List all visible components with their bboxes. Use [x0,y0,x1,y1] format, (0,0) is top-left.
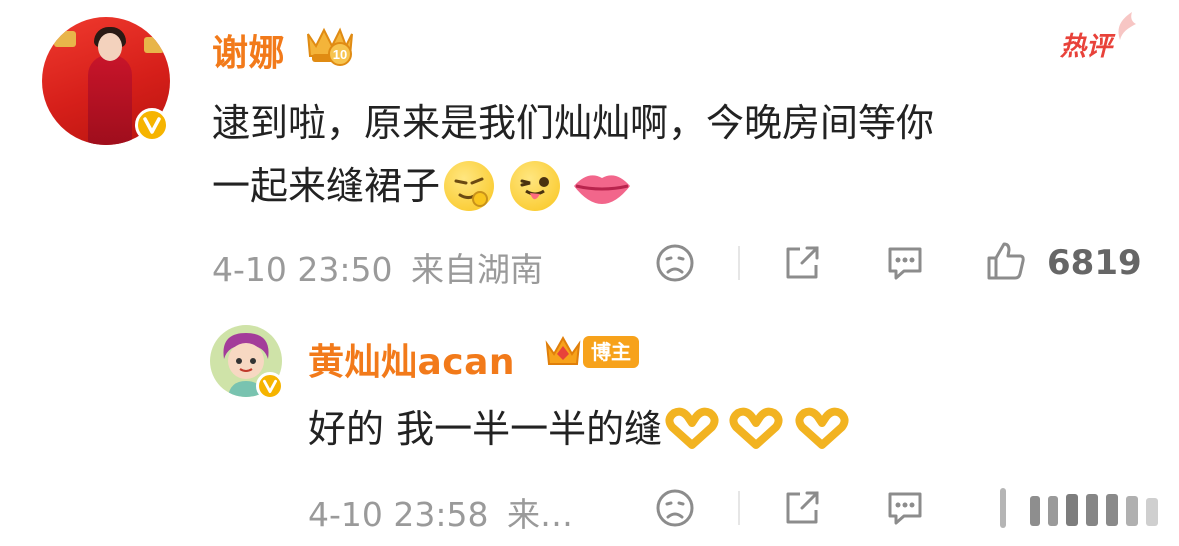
comment-icon[interactable] [884,243,926,283]
sneaky-face-icon [444,161,495,211]
comment-timestamp: 4-10 23:50 [212,250,393,289]
reply-location: 来… [507,495,573,534]
verified-icon [256,372,284,400]
blogger-label: 博主 [583,336,639,368]
like-count: 6819 [1047,243,1142,283]
share-icon[interactable] [782,488,822,528]
comment-text-line2-row: 一起来缝裙子 [212,157,632,215]
reply-text: 好的 我一半一半的缝 [308,407,663,451]
share-icon[interactable] [782,243,822,283]
level-number: 10 [333,47,347,62]
comment-username[interactable]: 谢娜 [212,24,285,76]
vip-level-badge[interactable]: 10 [302,24,358,66]
decoration-icon [144,37,164,53]
divider [738,491,740,525]
figure-head [98,33,122,61]
flame-icon [1118,12,1136,40]
like-area-faded[interactable] [990,486,1165,532]
reply-timestamp: 4-10 23:58 [308,495,489,534]
comment-icon[interactable] [884,488,926,528]
crown-icon [545,335,581,365]
reply-username[interactable]: 黄灿灿acan [308,333,515,385]
divider [738,246,740,280]
hot-comment-badge: 热评 [1060,26,1112,63]
heart-hands-icon [728,407,784,451]
reply-text-row: 好的 我一半一半的缝 [308,400,850,458]
figure-dress [88,55,132,145]
heart-hands-icon [664,407,720,451]
comment-location: 来自湖南 [411,250,543,289]
sad-face-icon[interactable] [655,488,695,528]
hot-label: 热评 [1060,32,1113,62]
tongue-wink-icon [510,161,561,211]
comment-meta: 4-10 23:50 来自湖南 [212,243,543,291]
comment-text-line1: 逮到啦，原来是我们灿灿啊，今晚房间等你 [212,101,935,145]
like-icon [1000,488,1158,528]
like-icon[interactable] [985,240,1027,282]
decoration-icon [54,31,76,47]
reply-meta: 4-10 23:58 来… [308,488,573,536]
sad-face-icon[interactable] [655,243,695,283]
heart-hands-icon [794,407,850,451]
blogger-badge: 博主 [543,332,639,372]
comment-text-line2: 一起来缝裙子 [212,164,441,208]
lips-icon [572,164,632,208]
verified-icon [135,108,169,142]
